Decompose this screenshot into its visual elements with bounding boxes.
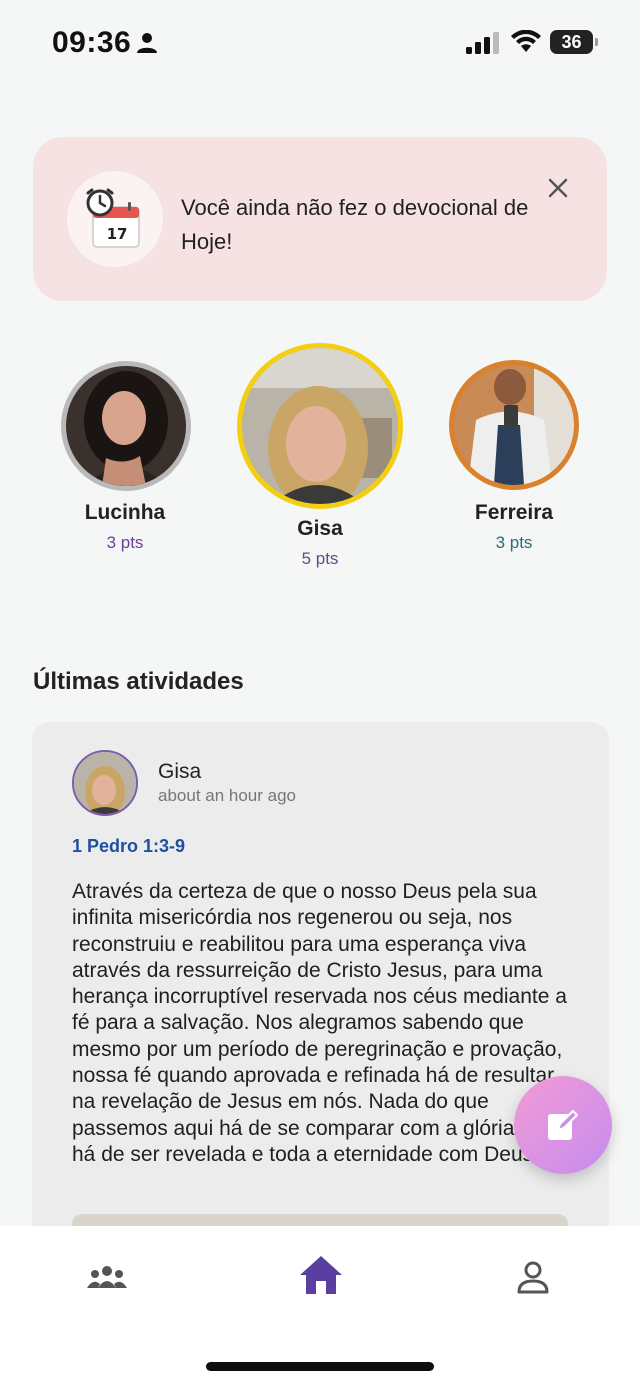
ranking-points: 3 pts [106,533,144,552]
bible-reference[interactable]: 1 Pedro 1:3-9 [72,836,185,857]
svg-text:17: 17 [107,225,128,243]
profile-icon[interactable] [516,1260,550,1294]
home-icon[interactable] [298,1254,344,1296]
close-icon[interactable] [543,173,573,203]
calendar-alarm-icon: 17 [67,171,163,267]
battery-level: 36 [561,32,582,52]
ranking-points: 3 pts [495,533,533,552]
ranking-item-gisa[interactable]: Gisa 5 pts [220,340,420,570]
new-devotional-button[interactable] [514,1076,612,1174]
battery-icon: 36 [550,30,598,54]
activity-timestamp: about an hour ago [158,786,297,805]
section-title: Últimas atividades [33,668,244,695]
home-indicator [206,1362,434,1371]
signal-icon [466,32,499,54]
status-bar: 09:36 36 [0,0,640,90]
group-icon[interactable] [86,1264,128,1290]
avatar [449,360,579,490]
status-time: 09:36 [52,26,132,59]
person-icon [137,33,157,53]
devotional-reminder-banner[interactable]: 17 Você ainda não fez o devocional de Ho… [33,137,607,301]
ranking-item-lucinha[interactable]: Lucinha 3 pts [25,355,225,555]
activity-text: Através da certeza de que o nosso Deus p… [72,880,567,1166]
ranking-points: 5 pts [301,549,339,568]
wifi-icon [511,30,541,52]
ranking-name: Ferreira [474,501,554,524]
edit-icon [548,1110,578,1140]
activity-card[interactable]: Gisa about an hour ago 1 Pedro 1:3-9 Atr… [32,722,609,1262]
ranking-name: Lucinha [84,501,166,524]
ranking-name: Gisa [297,517,343,540]
activity-user-name: Gisa [158,760,202,783]
avatar [237,343,403,509]
avatar [72,750,138,816]
banner-message: Você ainda não fez o devocional de Hoje! [181,195,529,254]
avatar [61,361,191,491]
ranking-item-ferreira[interactable]: Ferreira 3 pts [414,355,614,555]
